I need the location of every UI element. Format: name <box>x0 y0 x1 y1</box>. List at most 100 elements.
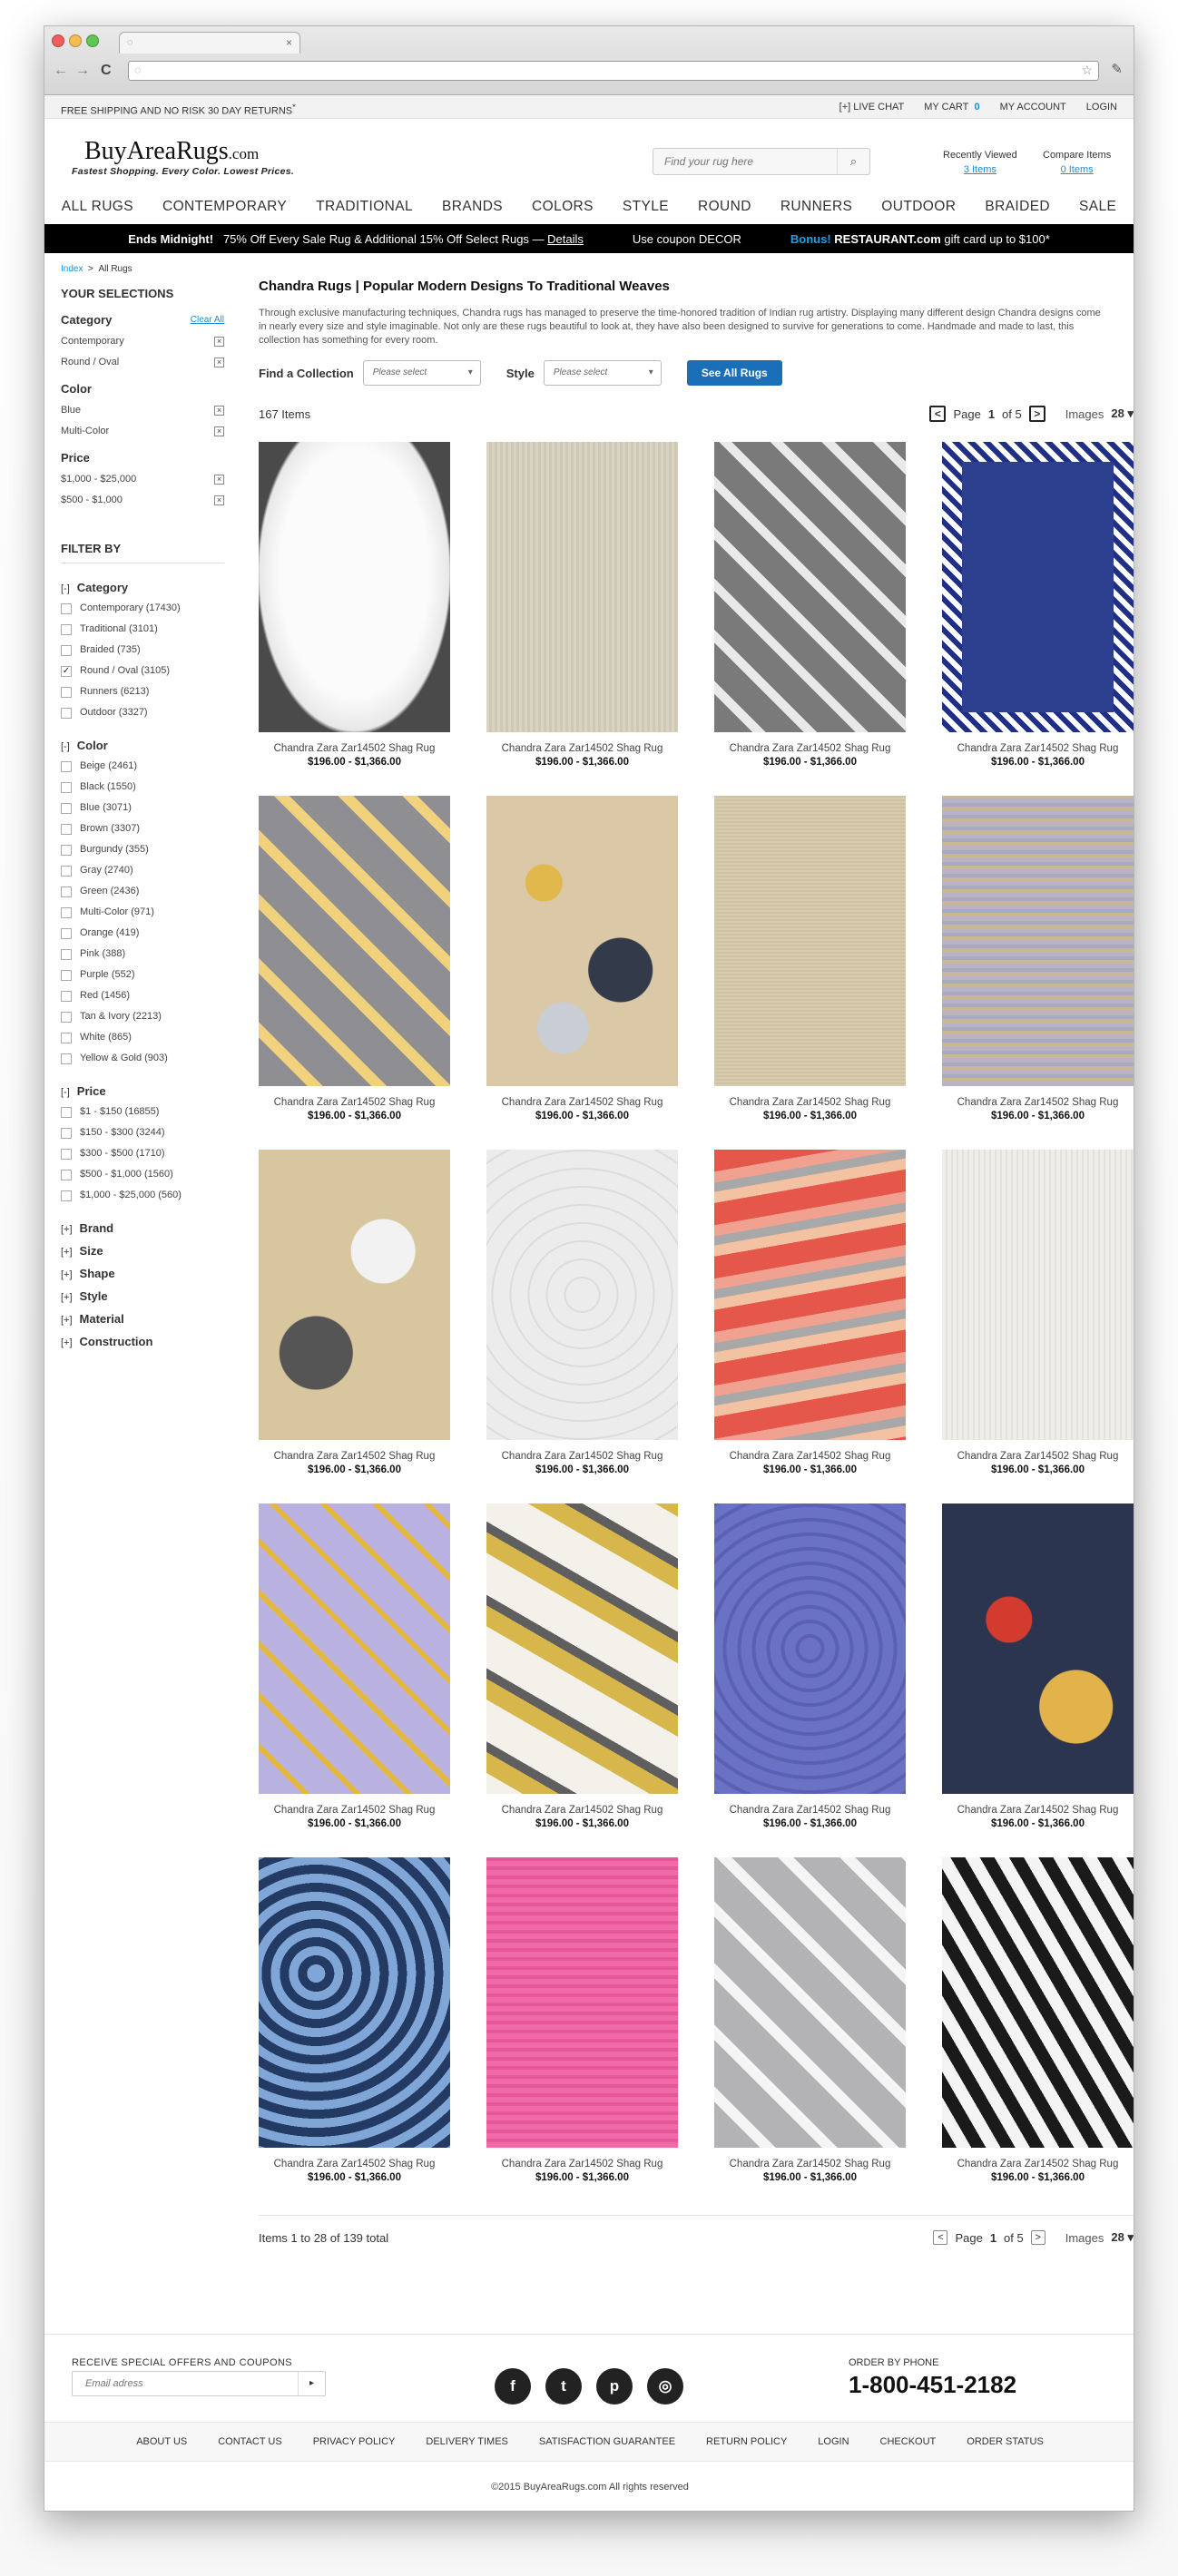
product-name[interactable]: Chandra Zara Zar14502 Shag Rug <box>259 1451 450 1462</box>
nav-traditional[interactable]: TRADITIONAL <box>316 190 413 224</box>
filter-option[interactable]: Traditional (3101) <box>61 619 224 640</box>
collapse-toggle[interactable]: [-] <box>61 741 70 752</box>
bookmark-star-icon[interactable]: ☆ <box>1081 63 1093 78</box>
expand-toggle[interactable]: [+] <box>61 1315 73 1326</box>
style-select[interactable]: Please select ▾ <box>543 360 662 386</box>
filter-option[interactable]: Red (1456) <box>61 985 224 1006</box>
newsletter-submit-button[interactable]: ▸ <box>298 2372 325 2395</box>
instagram-icon[interactable]: ◎ <box>647 2368 683 2405</box>
next-page-button-bottom[interactable]: > <box>1030 2230 1045 2245</box>
recently-viewed[interactable]: Recently Viewed 3 Items <box>943 148 1017 177</box>
nav-braided[interactable]: BRAIDED <box>985 190 1050 224</box>
twitter-icon[interactable]: t <box>545 2368 582 2405</box>
compare-items-count[interactable]: 0 Items <box>1043 162 1111 177</box>
product-card[interactable]: Chandra Zara Zar14502 Shag Rug $196.00 - … <box>259 1857 450 2211</box>
product-card[interactable]: Chandra Zara Zar14502 Shag Rug $196.00 - … <box>942 796 1134 1150</box>
product-name[interactable]: Chandra Zara Zar14502 Shag Rug <box>942 1097 1134 1108</box>
live-chat-link[interactable]: [+] LIVE CHAT <box>839 95 905 119</box>
filter-option[interactable]: Gray (2740) <box>61 860 224 881</box>
filter-option[interactable]: White (865) <box>61 1027 224 1048</box>
footer-link-order-status[interactable]: ORDER STATUS <box>967 2423 1044 2461</box>
filter-option[interactable]: Pink (388) <box>61 944 224 965</box>
filter-group-construction[interactable]: [+] Construction <box>61 1332 224 1352</box>
product-image[interactable] <box>942 1857 1134 2148</box>
filter-option[interactable]: Outdoor (3327) <box>61 702 224 723</box>
filter-option[interactable]: Braided (735) <box>61 640 224 661</box>
product-card[interactable]: Chandra Zara Zar14502 Shag Rug $196.00 - … <box>714 796 906 1150</box>
filter-checkbox[interactable] <box>61 886 72 897</box>
back-icon[interactable]: ← <box>54 63 68 79</box>
address-bar[interactable]: ◌ ☆ <box>128 61 1099 81</box>
reload-icon[interactable]: C <box>101 63 112 79</box>
remove-selection-icon[interactable]: × <box>214 406 224 416</box>
filter-group-title[interactable]: [-] Color <box>61 736 224 756</box>
product-card[interactable]: Chandra Zara Zar14502 Shag Rug $196.00 - … <box>714 1857 906 2211</box>
product-name[interactable]: Chandra Zara Zar14502 Shag Rug <box>714 1451 906 1462</box>
product-card[interactable]: Chandra Zara Zar14502 Shag Rug $196.00 - … <box>486 1503 678 1857</box>
maximize-window-button[interactable] <box>86 34 99 47</box>
filter-checkbox[interactable] <box>61 1148 72 1160</box>
product-card[interactable]: Chandra Zara Zar14502 Shag Rug $196.00 - … <box>486 1150 678 1503</box>
filter-checkbox[interactable] <box>61 623 72 635</box>
facebook-icon[interactable]: f <box>495 2368 531 2405</box>
product-image[interactable] <box>942 442 1134 732</box>
images-per-page-select-bottom[interactable]: 28 ▾ <box>1111 2230 1134 2245</box>
remove-selection-icon[interactable]: × <box>214 475 224 485</box>
product-card[interactable]: Chandra Zara Zar14502 Shag Rug $196.00 - … <box>486 796 678 1150</box>
product-image[interactable] <box>942 1503 1134 1794</box>
footer-link-about-us[interactable]: ABOUT US <box>136 2423 187 2461</box>
product-image[interactable] <box>714 796 906 1086</box>
footer-link-login[interactable]: LOGIN <box>818 2423 849 2461</box>
product-name[interactable]: Chandra Zara Zar14502 Shag Rug <box>259 1805 450 1816</box>
product-image[interactable] <box>259 796 450 1086</box>
filter-option[interactable]: Yellow & Gold (903) <box>61 1048 224 1069</box>
footer-link-delivery-times[interactable]: DELIVERY TIMES <box>426 2423 507 2461</box>
filter-option[interactable]: $150 - $300 (3244) <box>61 1122 224 1143</box>
product-name[interactable]: Chandra Zara Zar14502 Shag Rug <box>486 1451 678 1462</box>
product-name[interactable]: Chandra Zara Zar14502 Shag Rug <box>259 2159 450 2170</box>
filter-option[interactable]: ✓ Round / Oval (3105) <box>61 661 224 681</box>
close-tab-icon[interactable]: × <box>286 33 292 53</box>
product-card[interactable]: Chandra Zara Zar14502 Shag Rug $196.00 - … <box>942 1503 1134 1857</box>
filter-checkbox[interactable] <box>61 1011 72 1023</box>
product-image[interactable] <box>259 1503 450 1794</box>
filter-checkbox[interactable] <box>61 644 72 656</box>
product-name[interactable]: Chandra Zara Zar14502 Shag Rug <box>486 2159 678 2170</box>
filter-option[interactable]: $1 - $150 (16855) <box>61 1102 224 1122</box>
filter-option[interactable]: Beige (2461) <box>61 756 224 777</box>
filter-checkbox[interactable] <box>61 602 72 614</box>
product-image[interactable] <box>942 796 1134 1086</box>
pinterest-icon[interactable]: p <box>596 2368 633 2405</box>
product-image[interactable] <box>486 1857 678 2148</box>
filter-checkbox[interactable] <box>61 1127 72 1139</box>
filter-option[interactable]: Blue (3071) <box>61 798 224 818</box>
product-name[interactable]: Chandra Zara Zar14502 Shag Rug <box>942 1805 1134 1816</box>
footer-link-checkout[interactable]: CHECKOUT <box>880 2423 937 2461</box>
collection-select[interactable]: Please select ▾ <box>362 360 481 386</box>
filter-checkbox[interactable] <box>61 927 72 939</box>
remove-selection-icon[interactable]: × <box>214 337 224 347</box>
filter-option[interactable]: $1,000 - $25,000 (560) <box>61 1185 224 1206</box>
next-page-button[interactable]: > <box>1028 406 1045 422</box>
filter-group-style[interactable]: [+] Style <box>61 1287 224 1307</box>
filter-checkbox[interactable]: ✓ <box>61 665 72 677</box>
product-name[interactable]: Chandra Zara Zar14502 Shag Rug <box>942 1451 1134 1462</box>
filter-group-brand[interactable]: [+] Brand <box>61 1219 224 1239</box>
product-name[interactable]: Chandra Zara Zar14502 Shag Rug <box>714 1805 906 1816</box>
filter-option[interactable]: Purple (552) <box>61 965 224 985</box>
product-name[interactable]: Chandra Zara Zar14502 Shag Rug <box>486 1097 678 1108</box>
product-image[interactable] <box>486 1503 678 1794</box>
footer-link-satisfaction-guarantee[interactable]: SATISFACTION GUARANTEE <box>539 2423 675 2461</box>
my-cart-link[interactable]: MY CART 0 <box>924 95 979 119</box>
nav-all-rugs[interactable]: ALL RUGS <box>62 190 133 224</box>
filter-group-material[interactable]: [+] Material <box>61 1309 224 1329</box>
filter-option[interactable]: Black (1550) <box>61 777 224 798</box>
nav-contemporary[interactable]: CONTEMPORARY <box>162 190 287 224</box>
filter-group-title[interactable]: [-] Price <box>61 1082 224 1102</box>
filter-checkbox[interactable] <box>61 844 72 856</box>
product-image[interactable] <box>714 1857 906 2148</box>
forward-icon[interactable]: → <box>75 63 90 79</box>
product-image[interactable] <box>486 796 678 1086</box>
filter-checkbox[interactable] <box>61 990 72 1002</box>
email-field[interactable] <box>73 2372 290 2395</box>
